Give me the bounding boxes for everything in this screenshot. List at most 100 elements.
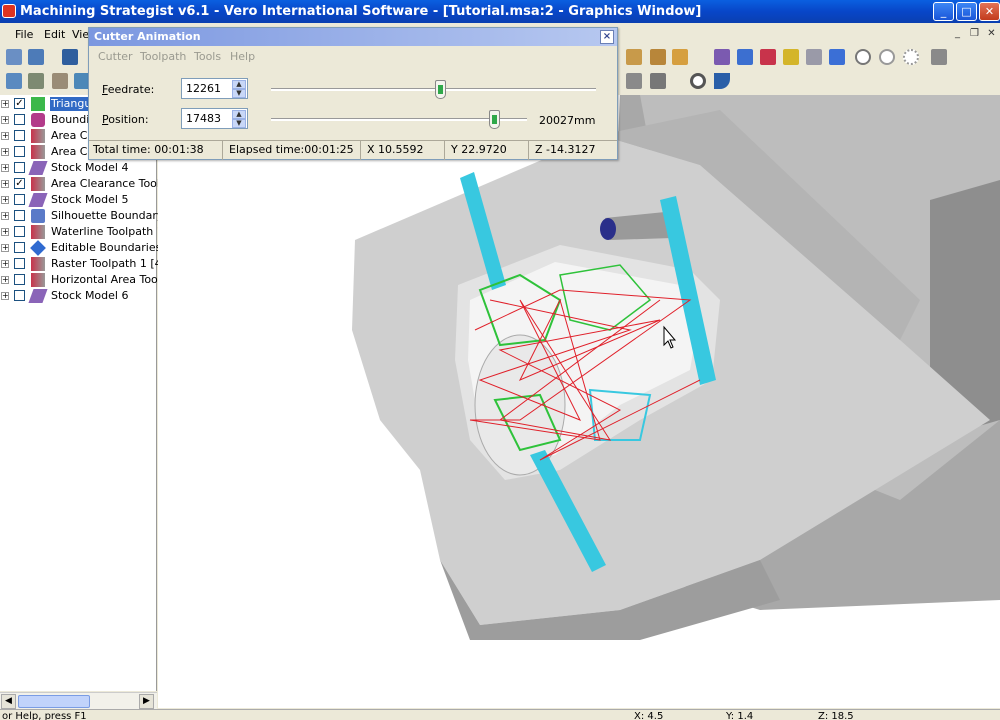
visibility-checkbox[interactable] [14, 290, 25, 301]
visibility-checkbox[interactable] [14, 146, 25, 157]
expand-icon[interactable]: + [1, 100, 9, 108]
mdi-restore-button[interactable]: ❐ [967, 27, 982, 40]
spin-up-icon[interactable]: ▲ [232, 110, 246, 119]
dialog-menu-tools[interactable]: Tools [194, 50, 221, 63]
spin-up-icon[interactable]: ▲ [232, 80, 246, 89]
tree-item[interactable]: + Waterline Toolpath 1 [0, 224, 164, 240]
dialog-title: Cutter Animation [94, 30, 201, 43]
cutter-icon[interactable] [783, 49, 799, 65]
feedrate-spinbox[interactable]: 12261 ▲ ▼ [181, 78, 248, 99]
tree-item[interactable]: + ✓ Area Clearance Toolp [0, 176, 167, 192]
expand-icon[interactable]: + [1, 212, 9, 220]
menu-view[interactable]: Vie [72, 28, 89, 41]
toolpath-tool-icon[interactable] [806, 49, 822, 65]
dialog-title-bar[interactable]: Cutter Animation × [89, 28, 617, 46]
tree-item[interactable]: + Stock Model 5 [0, 192, 157, 208]
view-front-icon[interactable] [672, 49, 688, 65]
tree-item-label: Raster Toolpath 1 [4x [51, 257, 169, 270]
stock-tool-icon[interactable] [760, 49, 776, 65]
spin-down-icon[interactable]: ▼ [232, 89, 246, 98]
visibility-checkbox[interactable] [14, 274, 25, 285]
feedrate-slider-thumb[interactable] [435, 80, 446, 99]
app-icon[interactable] [2, 4, 16, 18]
visibility-checkbox[interactable] [14, 210, 25, 221]
window-title: Machining Strategist v6.1 - Vero Interna… [20, 4, 702, 19]
visibility-checkbox[interactable]: ✓ [14, 98, 25, 109]
screenshot-icon[interactable] [6, 73, 22, 89]
dialog-menu-help[interactable]: Help [230, 50, 255, 63]
expand-icon[interactable]: + [1, 148, 9, 156]
expand-icon[interactable]: + [1, 228, 9, 236]
position-spinbox[interactable]: 17483 ▲ ▼ [181, 108, 248, 129]
shade-icon[interactable] [855, 49, 871, 65]
visibility-checkbox[interactable] [14, 114, 25, 125]
expand-icon[interactable]: + [1, 164, 9, 172]
expand-icon[interactable]: + [1, 244, 9, 252]
view-top-icon[interactable] [650, 49, 666, 65]
visibility-checkbox[interactable] [14, 258, 25, 269]
pen-icon[interactable] [28, 73, 44, 89]
tree-item[interactable]: + Stock Model 6 [0, 288, 157, 304]
toolpath-icon [31, 225, 45, 239]
simulate-icon[interactable] [829, 49, 845, 65]
feedrate-slider[interactable] [271, 88, 596, 91]
tree-item[interactable]: + Horizontal Area Toolp [0, 272, 168, 288]
sphere-icon[interactable] [690, 73, 706, 89]
view-iso-icon[interactable] [626, 49, 642, 65]
visibility-checkbox[interactable] [14, 162, 25, 173]
visibility-checkbox[interactable]: ✓ [14, 178, 25, 189]
position-label: Position: [102, 113, 149, 126]
boundary-tool-icon[interactable] [737, 49, 753, 65]
tree-item-label: Stock Model 5 [51, 193, 129, 206]
tree-item-label: Waterline Toolpath 1 [51, 225, 164, 238]
close-button[interactable]: ✕ [979, 2, 1000, 21]
model-icon[interactable] [714, 49, 730, 65]
expand-icon[interactable]: + [1, 276, 9, 284]
visibility-checkbox[interactable] [14, 226, 25, 237]
mdi-minimize-button[interactable]: _ [950, 27, 965, 40]
minimize-button[interactable]: _ [933, 2, 954, 21]
dialog-menu-cutter[interactable]: Cutter [98, 50, 133, 63]
expand-icon[interactable]: + [1, 292, 9, 300]
visibility-checkbox[interactable] [14, 194, 25, 205]
visibility-checkbox[interactable] [14, 130, 25, 141]
curve-icon[interactable] [714, 73, 730, 89]
mdi-close-button[interactable]: ✕ [984, 27, 999, 40]
expand-icon[interactable]: + [1, 132, 9, 140]
scroll-left-icon[interactable]: ◀ [1, 694, 16, 709]
new-icon[interactable] [6, 49, 22, 65]
scroll-right-icon[interactable]: ▶ [139, 694, 154, 709]
wireframe-icon[interactable] [879, 49, 895, 65]
position-slider-thumb[interactable] [488, 110, 500, 129]
tree-item[interactable]: + Silhouette Boundary 1 [0, 208, 174, 224]
maximize-button[interactable]: □ [956, 2, 977, 21]
dialog-menu-toolpath[interactable]: Toolpath [140, 50, 186, 63]
settings-icon[interactable] [931, 49, 947, 65]
tree-item[interactable]: + Stock Model 4 [0, 160, 157, 176]
rotate-icon[interactable] [650, 73, 666, 89]
save-icon[interactable] [62, 49, 78, 65]
dialog-close-icon[interactable]: × [600, 30, 614, 44]
visibility-checkbox[interactable] [14, 242, 25, 253]
expand-icon[interactable]: + [1, 196, 9, 204]
tree-horizontal-scrollbar[interactable]: ◀ ▶ [0, 692, 157, 709]
measure-icon[interactable] [52, 73, 68, 89]
zoom-icon[interactable] [626, 73, 642, 89]
tree-item[interactable]: + Editable Boundaries 2 [0, 240, 172, 256]
menu-edit[interactable]: Edit [44, 28, 65, 41]
bounding-box-icon [31, 113, 45, 127]
title-bar: Machining Strategist v6.1 - Vero Interna… [0, 0, 1000, 23]
part-render [352, 95, 1000, 640]
expand-icon[interactable]: + [1, 180, 9, 188]
menu-file[interactable]: File [15, 28, 33, 41]
expand-icon[interactable]: + [1, 260, 9, 268]
scroll-thumb[interactable] [18, 695, 90, 708]
open-icon[interactable] [28, 49, 44, 65]
graphics-viewport[interactable] [158, 95, 1000, 708]
coord-y: Y 22.9720 [447, 141, 529, 160]
spin-down-icon[interactable]: ▼ [232, 119, 246, 128]
hidden-line-icon[interactable] [903, 49, 919, 65]
expand-icon[interactable]: + [1, 116, 9, 124]
tree-item[interactable]: + Raster Toolpath 1 [4x [0, 256, 168, 272]
editable-boundary-icon [30, 240, 46, 256]
